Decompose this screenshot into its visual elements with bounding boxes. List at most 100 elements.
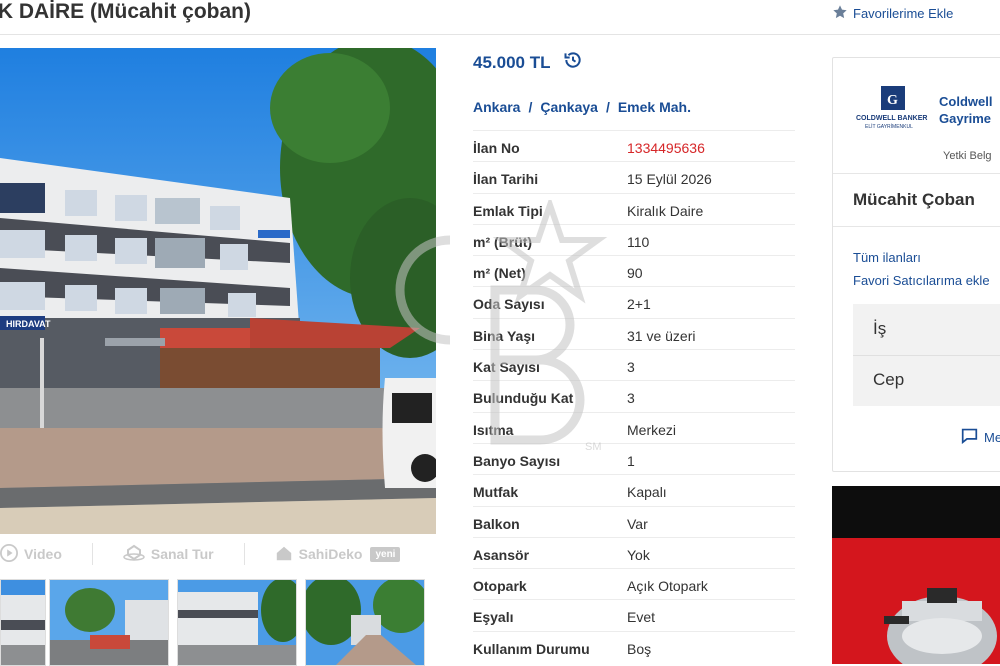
detail-label: Eşyalı	[473, 609, 514, 626]
price: 45.000 TL	[473, 50, 583, 75]
detail-value: 2+1	[627, 296, 651, 313]
detail-label: İlan Tarihi	[473, 171, 539, 188]
detail-value: 110	[627, 233, 650, 250]
svg-text:G: G	[887, 93, 898, 108]
detail-value: Açık Otopark	[627, 578, 708, 595]
listing-details-table: İlan No 1334495636 İlan Tarihi 15 Eylül 20…	[473, 130, 795, 662]
detail-row-type: Emlak Tipi Kiralık Daire	[473, 192, 795, 224]
detail-value: 3	[627, 359, 635, 376]
detail-row-listing-no: İlan No 1334495636	[473, 130, 795, 161]
favorite-label: Favorilerime Ekle	[853, 6, 954, 21]
detail-label: Bulunduğu Kat	[473, 390, 574, 407]
breadcrumb-district[interactable]: Çankaya	[540, 99, 598, 115]
company-name[interactable]: Coldwell Gayrime	[939, 93, 992, 127]
star-icon	[832, 4, 848, 23]
all-listings-link[interactable]: Tüm ilanları	[853, 250, 921, 265]
logo-sub-text: ELİT GAYRİMENKUL	[865, 123, 913, 130]
building-photo-image: HIRDAVAT	[0, 48, 436, 534]
detail-row-floor: Bulunduğu Kat 3	[473, 380, 795, 411]
detail-label: Otopark	[473, 578, 527, 595]
media-divider	[91, 543, 93, 565]
breadcrumb-separator: /	[528, 99, 533, 115]
detail-row-date: İlan Tarihi 15 Eylül 2026	[473, 161, 795, 192]
sahideko-button[interactable]: SahiDeko yeni	[275, 544, 401, 565]
detail-value: Kapalı	[627, 484, 667, 501]
divider	[833, 173, 1000, 174]
detail-row-floor-count: Kat Sayısı 3	[473, 349, 795, 380]
send-message-button[interactable]: Me	[961, 427, 1000, 447]
virtual-tour-button[interactable]: Sanal Tur	[123, 544, 214, 565]
breadcrumb-neighborhood[interactable]: Emek Mah.	[618, 99, 691, 115]
message-icon	[961, 427, 978, 447]
mobile-phone-label[interactable]: Cep	[873, 370, 904, 390]
detail-value: 15 Eylül 2026	[627, 171, 712, 188]
detail-label: m² (Net)	[473, 265, 526, 282]
video-button[interactable]: Video	[0, 543, 62, 565]
detail-label: m² (Brüt)	[473, 233, 533, 250]
coldwell-banker-logo[interactable]: G COLDWELL BANKER ELİT GAYRİMENKUL	[855, 86, 931, 136]
price-value: 45.000 TL	[473, 52, 551, 72]
thumbnail-2[interactable]	[49, 579, 169, 666]
shop-sign-text: HIRDAVAT	[6, 319, 51, 329]
add-favorite-seller-link[interactable]: Favori Satıcılarıma ekle	[853, 273, 990, 288]
breadcrumb-separator: /	[605, 99, 610, 115]
detail-label: Asansör	[473, 546, 530, 563]
thumbnail-4[interactable]	[305, 579, 425, 666]
thumbnail-1[interactable]	[0, 579, 46, 666]
play-icon	[0, 543, 18, 565]
detail-value: 31 ve üzeri	[627, 327, 696, 344]
breadcrumb-city[interactable]: Ankara	[473, 99, 520, 115]
detail-row-rooms: Oda Sayısı 2+1	[473, 286, 795, 317]
top-bar: IK DAİRE (Mücahit çoban) Favorilerime Ek…	[0, 0, 1000, 35]
detail-value: Evet	[627, 609, 656, 626]
ad-image	[832, 486, 1000, 664]
detail-row-heating: Isıtma Merkezi	[473, 411, 795, 443]
media-options-bar: Video Sanal Tur SahiDeko yeni	[0, 540, 436, 568]
video-label: Video	[24, 546, 62, 562]
detail-label: Isıtma	[473, 421, 514, 438]
detail-label: Kullanım Durumu	[473, 640, 590, 657]
media-divider	[243, 543, 245, 565]
main-photo[interactable]: HIRDAVAT	[0, 48, 436, 534]
detail-value: Boş	[627, 640, 652, 657]
detail-row-net-area: m² (Net) 90	[473, 255, 795, 286]
detail-row-building-age: Bina Yaşı 31 ve üzeri	[473, 317, 795, 349]
agent-name: Mücahit Çoban	[853, 190, 975, 209]
price-history-icon[interactable]	[563, 50, 583, 75]
detail-value: 1	[627, 452, 635, 469]
detail-value: Merkezi	[627, 421, 677, 438]
detail-row-parking: Otopark Açık Otopark	[473, 568, 795, 599]
detail-label: Kat Sayısı	[473, 359, 540, 376]
logo-brand-text: COLDWELL BANKER	[856, 115, 927, 122]
advertisement-banner[interactable]	[832, 486, 1000, 664]
detail-row-usage: Kullanım Durumu Boş	[473, 630, 795, 662]
detail-label: Banyo Sayısı	[473, 452, 561, 469]
new-badge: yeni	[370, 546, 401, 562]
thumbnail-3[interactable]	[177, 579, 297, 666]
detail-label: Oda Sayısı	[473, 296, 545, 313]
work-phone-label[interactable]: İş	[873, 319, 886, 339]
detail-label: İlan No	[473, 140, 520, 156]
message-label: Me	[984, 429, 1000, 445]
thumbnail-strip	[0, 579, 436, 666]
detail-value: Yok	[627, 546, 650, 563]
detail-label: Emlak Tipi	[473, 202, 543, 219]
location-breadcrumb: Ankara / Çankaya / Emek Mah.	[473, 99, 691, 115]
divider	[833, 226, 1000, 227]
company-name-line1: Coldwell	[939, 94, 993, 109]
listing-number: 1334495636	[627, 140, 705, 156]
360-tour-icon	[123, 544, 145, 565]
divider	[853, 355, 1000, 356]
detail-label: Bina Yaşı	[473, 327, 536, 344]
detail-value: 90	[627, 265, 643, 282]
detail-row-furnished: Eşyalı Evet	[473, 599, 795, 630]
sahideko-label: SahiDeko	[298, 546, 363, 562]
add-to-favorites-button[interactable]: Favorilerime Ekle	[832, 4, 953, 23]
detail-value: 3	[627, 390, 635, 407]
authorization-certificate[interactable]: Yetki Belg	[943, 150, 992, 162]
detail-label: Balkon	[473, 515, 520, 532]
virtual-tour-label: Sanal Tur	[150, 546, 214, 562]
detail-row-kitchen: Mutfak Kapalı	[473, 474, 795, 505]
listing-title: IK DAİRE (Mücahit çoban)	[0, 0, 252, 23]
company-name-line2: Gayrime	[939, 111, 992, 126]
